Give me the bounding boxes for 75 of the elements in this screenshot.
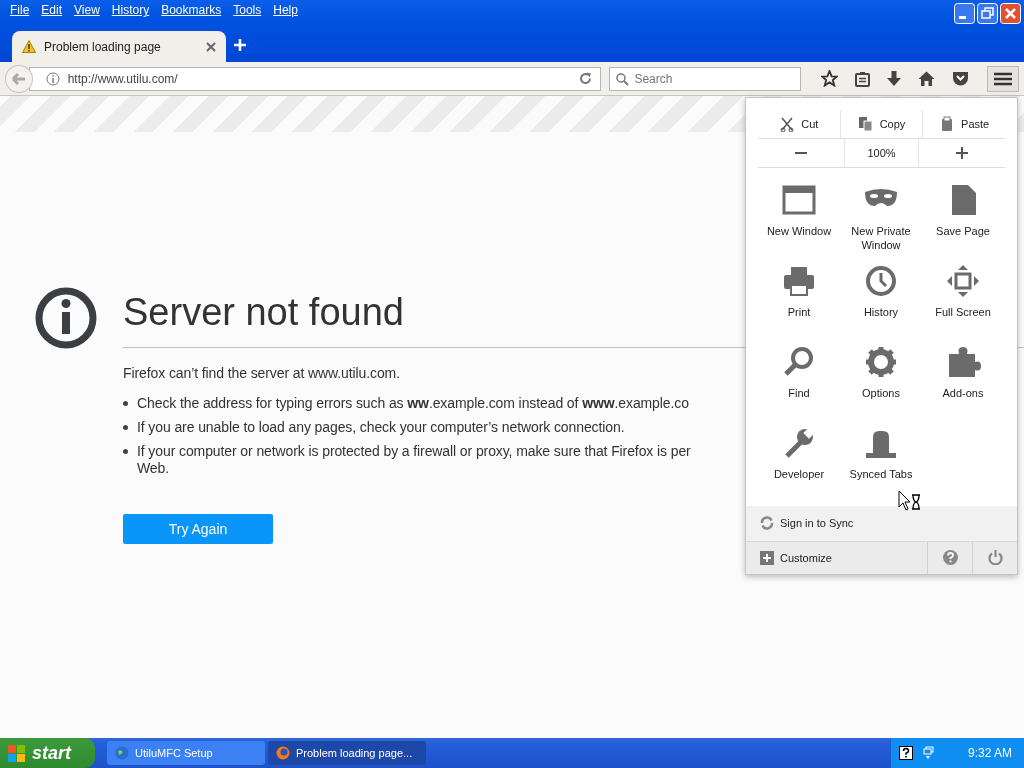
menu-item[interactable]: Edit bbox=[35, 3, 69, 17]
tab-title: Problem loading page bbox=[44, 39, 162, 54]
globe-icon bbox=[115, 746, 129, 760]
menu-icon bbox=[994, 71, 1013, 86]
start-button[interactable]: start bbox=[0, 738, 95, 768]
menu-item[interactable]: View bbox=[68, 3, 106, 17]
fullscreen-icon bbox=[945, 263, 981, 299]
menu-item[interactable]: Options bbox=[840, 344, 922, 425]
minus-icon bbox=[794, 152, 807, 154]
close-icon[interactable] bbox=[206, 41, 216, 52]
menu-item[interactable]: Help bbox=[267, 3, 304, 17]
info-icon[interactable] bbox=[45, 71, 60, 86]
sync-button[interactable]: Sign in to Sync bbox=[746, 506, 1017, 541]
star-icon[interactable] bbox=[821, 70, 839, 87]
menu-button[interactable] bbox=[987, 65, 1019, 92]
sync-icon bbox=[760, 516, 774, 531]
restore-button[interactable] bbox=[977, 3, 998, 24]
menu-item[interactable]: History bbox=[840, 263, 922, 344]
busy-cursor-icon bbox=[898, 490, 922, 512]
windows-logo bbox=[8, 744, 26, 762]
clipboard-list-icon[interactable] bbox=[855, 70, 871, 87]
menu-item[interactable]: Find bbox=[758, 344, 840, 425]
menu-item[interactable]: Developer bbox=[758, 425, 840, 506]
help-icon[interactable] bbox=[899, 746, 913, 760]
edit-button[interactable]: Paste bbox=[922, 110, 1005, 138]
bullet-text: If you are unable to load any pages, check your computer’s network connection. bbox=[137, 419, 625, 436]
bullet-text: If your computer or network is protected by a firewall or proxy, make sure that Firefox is per Web. bbox=[137, 443, 691, 477]
menu-item[interactable]: Add-ons bbox=[922, 344, 1004, 425]
clock-icon bbox=[863, 263, 899, 299]
bullet-icon bbox=[123, 425, 128, 430]
edit-button[interactable]: Copy bbox=[839, 110, 923, 138]
menu-item[interactable]: New Window bbox=[758, 182, 840, 263]
pocket-icon[interactable] bbox=[952, 71, 970, 86]
menu-item[interactable]: History bbox=[105, 3, 156, 17]
zoom-level[interactable]: 100% bbox=[843, 139, 919, 167]
back-button[interactable] bbox=[5, 64, 33, 93]
edit-button[interactable]: Cut bbox=[758, 110, 840, 138]
minimize-button[interactable] bbox=[954, 3, 975, 24]
browser-icon bbox=[276, 746, 290, 760]
error-title: Server not found bbox=[123, 290, 404, 335]
plus-icon bbox=[956, 147, 969, 159]
close-button[interactable] bbox=[1000, 3, 1021, 24]
menu-item[interactable]: Bookmarks bbox=[155, 3, 228, 17]
plus-icon bbox=[760, 550, 774, 565]
taskbar-button[interactable]: UtiluMFC Setup bbox=[107, 741, 265, 765]
taskbar-button[interactable]: Problem loading page... bbox=[268, 741, 426, 765]
help-icon bbox=[942, 550, 958, 566]
home-icon[interactable] bbox=[918, 71, 936, 86]
menu-item[interactable]: New Private Window bbox=[840, 182, 922, 263]
settings-icon bbox=[863, 344, 899, 380]
bullet-icon bbox=[123, 449, 128, 454]
power-icon bbox=[987, 550, 1003, 566]
download-icon[interactable] bbox=[887, 70, 902, 87]
reload-icon[interactable] bbox=[579, 72, 593, 85]
browser-tab[interactable]: Problem loading page bbox=[12, 31, 226, 62]
warning-icon bbox=[22, 40, 36, 53]
info-icon bbox=[35, 287, 97, 349]
scissors-icon bbox=[779, 116, 796, 132]
menu-item[interactable]: Full Screen bbox=[922, 263, 1004, 344]
bullet-icon bbox=[123, 401, 128, 406]
menu-item[interactable]: Tools bbox=[227, 3, 268, 17]
copy-icon bbox=[857, 116, 874, 132]
menu-item[interactable]: File bbox=[4, 3, 36, 17]
error-message: Firefox can’t find the server at www.utilu.com. bbox=[123, 365, 400, 381]
search-field[interactable]: Search bbox=[609, 66, 802, 91]
address-field[interactable]: http://www.utilu.com/ bbox=[28, 66, 602, 91]
url-text: http://www.utilu.com/ bbox=[67, 71, 179, 86]
clock: 9:32 AM bbox=[967, 746, 1013, 760]
new-tab-icon[interactable] bbox=[234, 39, 246, 51]
bullet-text: Check the address for typing errors such as ww.example.com instead of www.example.co bbox=[137, 395, 689, 412]
menu-item[interactable]: Save Page bbox=[922, 182, 1004, 263]
menu-item[interactable]: Print bbox=[758, 263, 840, 344]
network-icon[interactable] bbox=[923, 746, 935, 760]
menu-item[interactable]: Synced Tabs bbox=[840, 425, 922, 506]
back-arrow-icon bbox=[11, 72, 26, 85]
